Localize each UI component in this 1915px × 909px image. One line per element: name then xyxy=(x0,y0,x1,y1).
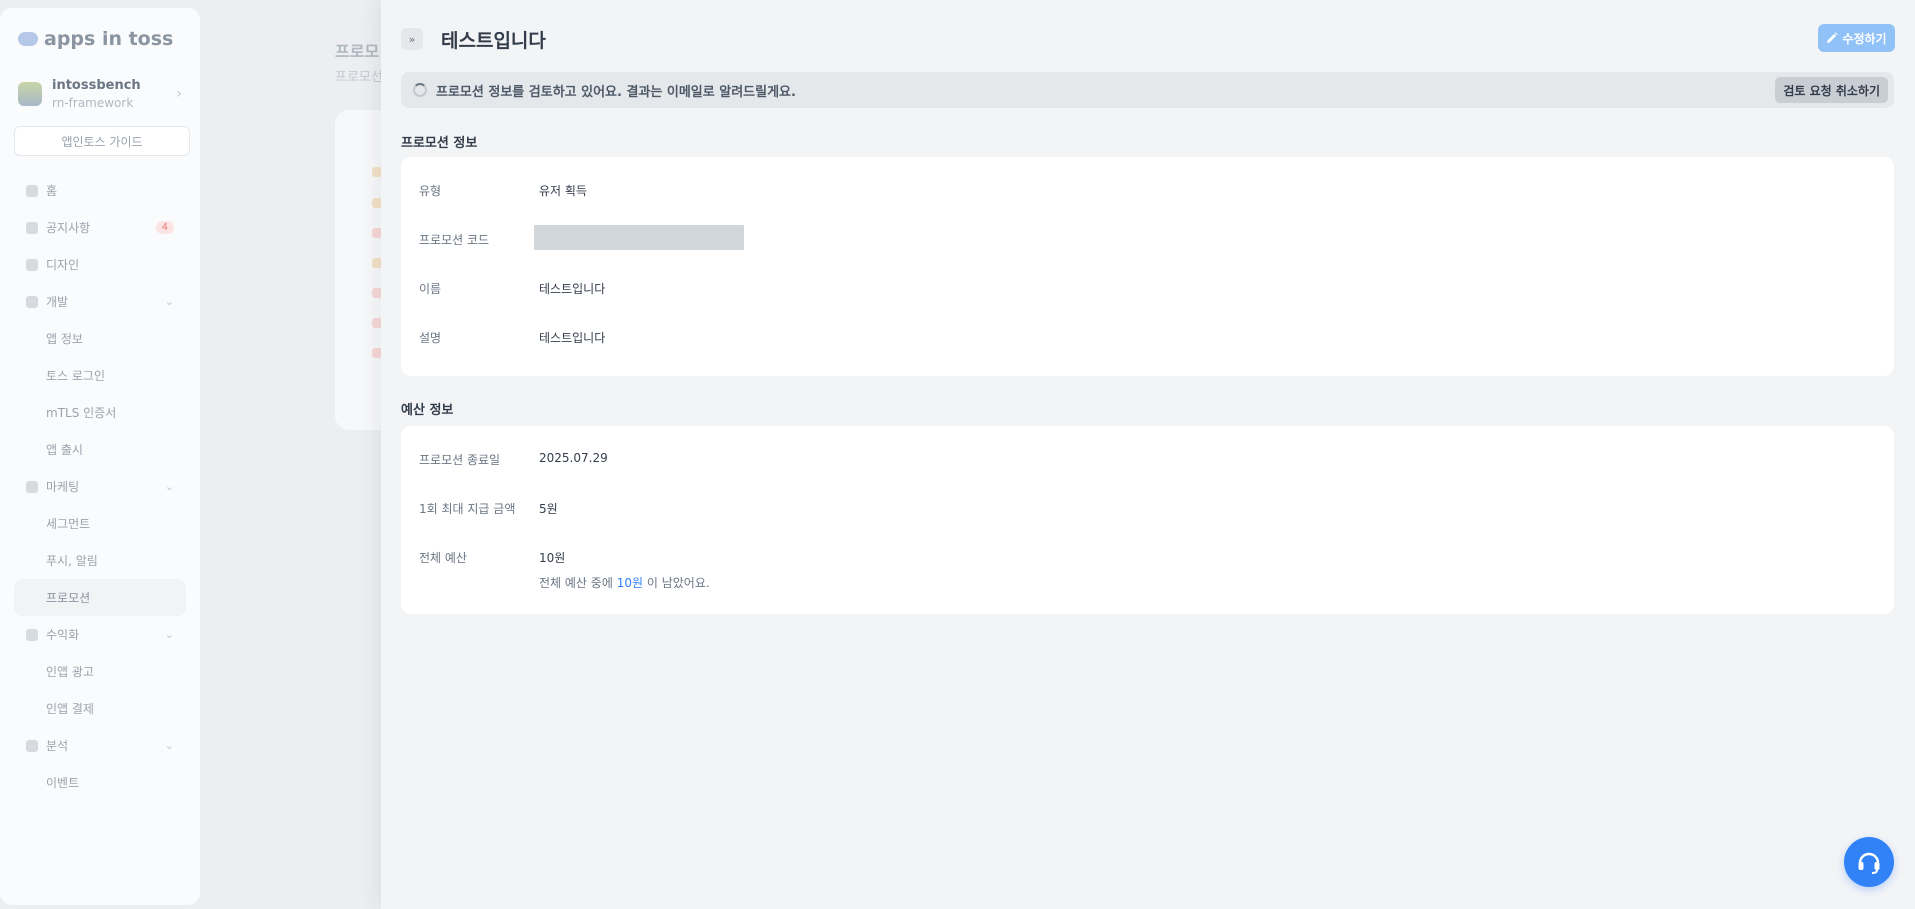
remaining-budget-note: 전체 예산 중에 10원 이 남았어요. xyxy=(539,576,710,590)
sidebar-item-inapp-payment[interactable]: 인앱 결제 xyxy=(14,690,186,727)
budget-row-total: 전체 예산 10원 전체 예산 중에 10원 이 남았어요. xyxy=(419,551,710,590)
bag-icon xyxy=(26,628,38,641)
account-avatar xyxy=(18,82,42,106)
account-name: intossbench xyxy=(52,78,141,93)
chevron-down-icon: ⌄ xyxy=(164,295,174,308)
sidebar-item-app-info[interactable]: 앱 정보 xyxy=(14,320,186,357)
sidebar-item-segment[interactable]: 세그먼트 xyxy=(14,505,186,542)
review-status-message: 프로모션 정보를 검토하고 있어요. 결과는 이메일로 알려드릴게요. xyxy=(436,84,796,100)
sidebar-item-design[interactable]: 디자인 xyxy=(14,246,186,283)
sidebar-item-events[interactable]: 이벤트 xyxy=(14,764,186,801)
budget-row-end-date: 프로모션 종료일 2025.07.29 xyxy=(419,451,608,467)
cancel-review-button[interactable]: 검토 요청 취소하기 xyxy=(1775,77,1888,103)
account-project: rn-framework xyxy=(52,96,134,110)
budget-info-heading: 예산 정보 xyxy=(401,403,454,418)
guide-button[interactable]: 앱인토스 가이드 xyxy=(14,126,190,156)
sidebar-item-inapp-ads[interactable]: 인앱 광고 xyxy=(14,653,186,690)
promotion-code-masked xyxy=(534,225,744,250)
remaining-budget-amount: 10원 xyxy=(616,576,644,590)
edit-button[interactable]: 수정하기 xyxy=(1818,24,1895,52)
total-budget-value: 10원 xyxy=(539,551,566,565)
sidebar-item-app-release[interactable]: 앱 출시 xyxy=(14,431,186,468)
drawer-title: 테스트입니다 xyxy=(441,29,546,52)
promotion-info-heading: 프로모션 정보 xyxy=(401,136,478,151)
sidebar-item-notices[interactable]: 공지사항 4 xyxy=(14,209,186,246)
edit-button-label: 수정하기 xyxy=(1842,31,1887,46)
account-switcher[interactable]: intossbench rn-framework › xyxy=(14,74,186,126)
sidebar-item-promotion[interactable]: 프로모션 xyxy=(14,579,186,616)
sidebar-item-monetization[interactable]: 수익화 ⌄ xyxy=(14,616,186,653)
megaphone-icon xyxy=(26,221,38,234)
sidebar-item-toss-login[interactable]: 토스 로그인 xyxy=(14,357,186,394)
background-page-subtitle: 프로모선 xyxy=(335,70,383,85)
budget-info-card: 프로모션 종료일 2025.07.29 1회 최대 지급 금액 5원 전체 예산… xyxy=(401,426,1894,614)
app-logo: apps in toss xyxy=(18,28,186,50)
home-icon xyxy=(26,184,38,197)
logo-icon xyxy=(18,32,38,46)
sidebar-item-analytics[interactable]: 분석 ⌄ xyxy=(14,727,186,764)
info-row-promotion-code: 프로모션 코드 xyxy=(419,214,1876,263)
sidebar-item-development[interactable]: 개발 ⌄ xyxy=(14,283,186,320)
chevron-down-icon: ⌄ xyxy=(164,628,174,641)
info-row-type: 유형 유저 획득 xyxy=(419,184,587,198)
sidebar-item-push[interactable]: 푸시, 알림 xyxy=(14,542,186,579)
budget-row-max-payout: 1회 최대 지급 금액 5원 xyxy=(419,502,558,516)
grid-icon xyxy=(26,258,38,271)
info-row-name: 이름 테스트입니다 xyxy=(419,282,606,296)
headset-icon xyxy=(1858,852,1880,874)
notice-count-badge: 4 xyxy=(155,221,174,234)
chevron-right-icon: › xyxy=(176,86,182,102)
sidebar: apps in toss intossbench rn-framework › … xyxy=(0,8,200,905)
drawer-header: » 테스트입니다 수정하기 xyxy=(401,24,1895,54)
chevron-down-icon: ⌄ xyxy=(164,480,174,493)
target-icon xyxy=(26,480,38,493)
info-row-description: 설명 테스트입니다 xyxy=(419,331,606,345)
background-page-title: 프로모 xyxy=(335,42,380,61)
loading-spinner-icon xyxy=(413,83,427,97)
bar-chart-icon xyxy=(26,739,38,752)
review-status-banner: 프로모션 정보를 검토하고 있어요. 결과는 이메일로 알려드릴게요. 검토 요… xyxy=(401,72,1894,108)
document-icon xyxy=(26,295,38,308)
chevron-down-icon: ⌄ xyxy=(164,739,174,752)
sidebar-item-mtls[interactable]: mTLS 인증서 xyxy=(14,394,186,431)
collapse-drawer-button[interactable]: » xyxy=(401,28,423,50)
sidebar-item-home[interactable]: 홈 xyxy=(14,172,186,209)
promotion-info-card: 유형 유저 획득 프로모션 코드 이름 테스트입니다 설명 테스트입니다 xyxy=(401,157,1894,376)
promotion-detail-drawer: » 테스트입니다 수정하기 프로모션 정보를 검토하고 있어요. 결과는 이메일… xyxy=(381,0,1915,909)
sidebar-item-marketing[interactable]: 마케팅 ⌄ xyxy=(14,468,186,505)
support-chat-button[interactable] xyxy=(1844,837,1894,887)
pencil-icon xyxy=(1827,32,1839,43)
logo-text: apps in toss xyxy=(44,28,174,50)
